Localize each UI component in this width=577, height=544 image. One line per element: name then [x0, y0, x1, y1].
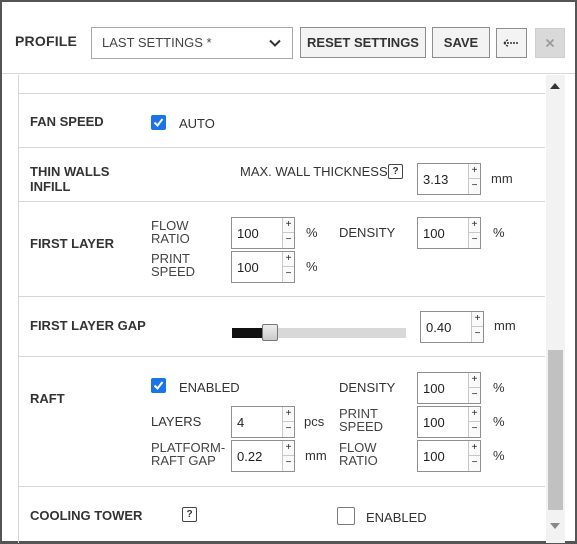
scroll-down-arrow-icon[interactable]: [550, 523, 560, 529]
increment-button[interactable]: +: [282, 441, 294, 456]
increment-button[interactable]: +: [468, 373, 480, 388]
first-layer-print-speed-input[interactable]: 100 + −: [231, 251, 295, 283]
increment-button[interactable]: +: [282, 252, 294, 267]
decrement-button[interactable]: −: [468, 179, 480, 194]
first-layer-gap-unit: mm: [494, 318, 516, 333]
raft-density-unit: %: [493, 380, 505, 395]
fan-speed-auto-checkbox[interactable]: [151, 115, 166, 130]
fan-speed-title: FAN SPEED: [30, 114, 104, 129]
chevron-down-icon: [269, 39, 281, 47]
first-layer-print-speed-label: PRINT SPEED: [151, 251, 196, 279]
max-wall-thickness-label: MAX. WALL THICKNESS: [240, 164, 388, 179]
row-first-layer: FIRST LAYER FLOW RATIO 100 + − % PRINT SPE…: [19, 202, 545, 297]
slider-thumb[interactable]: [262, 324, 279, 341]
raft-flow-unit: %: [493, 448, 505, 463]
first-layer-gap-title: FIRST LAYER GAP: [30, 318, 146, 333]
max-wall-thickness-unit: mm: [491, 171, 513, 186]
cooling-tower-enabled-checkbox[interactable]: [337, 507, 355, 525]
raft-enabled-label: ENABLED: [179, 380, 240, 395]
first-layer-flow-input[interactable]: 100 + −: [231, 217, 295, 249]
raft-print-speed-input[interactable]: 100 + −: [417, 406, 481, 438]
raft-gap-input[interactable]: 0.22 + −: [231, 440, 295, 472]
decrement-button[interactable]: −: [468, 422, 480, 437]
decrement-button[interactable]: −: [468, 388, 480, 403]
raft-layers-input[interactable]: 4 + −: [231, 406, 295, 438]
increment-button[interactable]: +: [468, 164, 480, 179]
increment-button[interactable]: +: [468, 218, 480, 233]
row-previous: [19, 75, 545, 94]
first-layer-density-label: DENSITY: [339, 225, 396, 240]
row-first-layer-gap: FIRST LAYER GAP 0.40 + − mm: [19, 297, 545, 357]
cooling-tower-enabled-label: ENABLED: [366, 510, 427, 525]
raft-gap-label: PLATFORM- RAFT GAP: [151, 440, 226, 468]
max-wall-thickness-input[interactable]: 3.13 + −: [417, 163, 481, 195]
thin-walls-title: THIN WALLS INFILL: [30, 164, 110, 194]
raft-gap-unit: mm: [305, 448, 327, 463]
raft-flow-input[interactable]: 100 + −: [417, 440, 481, 472]
first-layer-gap-slider[interactable]: [232, 324, 406, 341]
profile-header: PROFILE LAST SETTINGS * RESET SETTINGS S…: [2, 2, 575, 74]
checkmark-icon: [153, 381, 164, 391]
first-layer-title: FIRST LAYER: [30, 236, 115, 251]
cooling-tower-title: COOLING TOWER: [30, 508, 143, 523]
settings-scroll-area[interactable]: FAN SPEED AUTO THIN WALLS INFILL MAX. WAL…: [18, 75, 545, 543]
raft-print-speed-label: PRINT SPEED: [339, 406, 384, 434]
checkmark-icon: [153, 118, 164, 128]
profile-select[interactable]: LAST SETTINGS *: [91, 27, 293, 59]
settings-panel: PROFILE LAST SETTINGS * RESET SETTINGS S…: [0, 0, 577, 544]
first-layer-flow-unit: %: [306, 225, 318, 240]
raft-density-label: DENSITY: [339, 380, 396, 395]
fan-speed-auto-label: AUTO: [179, 116, 215, 131]
first-layer-flow-label: FLOW RATIO: [151, 218, 190, 246]
raft-print-speed-unit: %: [493, 414, 505, 429]
help-icon[interactable]: ?: [182, 507, 197, 522]
decrement-button[interactable]: −: [282, 456, 294, 471]
raft-flow-label: FLOW RATIO: [339, 440, 378, 468]
row-fan-speed: FAN SPEED AUTO: [19, 94, 545, 148]
raft-title: RAFT: [30, 391, 65, 406]
back-button[interactable]: [496, 28, 527, 58]
increment-button[interactable]: +: [282, 407, 294, 422]
scrollbar-thumb[interactable]: [548, 350, 563, 510]
raft-enabled-checkbox[interactable]: [151, 378, 166, 393]
first-layer-density-unit: %: [493, 225, 505, 240]
increment-button[interactable]: +: [468, 407, 480, 422]
save-button[interactable]: SAVE: [432, 27, 490, 58]
decrement-button[interactable]: −: [282, 233, 294, 248]
row-thin-walls: THIN WALLS INFILL MAX. WALL THICKNESS ? 3…: [19, 148, 545, 202]
help-icon[interactable]: ?: [388, 164, 403, 179]
scroll-up-arrow-icon[interactable]: [550, 83, 560, 89]
raft-layers-label: LAYERS: [151, 414, 202, 429]
decrement-button[interactable]: −: [468, 233, 480, 248]
vertical-scrollbar[interactable]: [546, 75, 565, 543]
reset-settings-button[interactable]: RESET SETTINGS: [300, 27, 426, 58]
raft-density-input[interactable]: 100 + −: [417, 372, 481, 404]
row-raft: RAFT ENABLED LAYERS 4 + − pcs PLATFORM- R…: [19, 357, 545, 487]
first-layer-gap-input[interactable]: 0.40 + −: [420, 311, 484, 343]
raft-layers-unit: pcs: [304, 414, 325, 429]
close-button[interactable]: [535, 28, 565, 58]
increment-button[interactable]: +: [471, 312, 483, 327]
decrement-button[interactable]: −: [468, 456, 480, 471]
decrement-button[interactable]: −: [282, 422, 294, 437]
first-layer-density-input[interactable]: 100 + −: [417, 217, 481, 249]
increment-button[interactable]: +: [468, 441, 480, 456]
increment-button[interactable]: +: [282, 218, 294, 233]
row-cooling-tower: COOLING TOWER ? ENABLED: [19, 487, 545, 543]
decrement-button[interactable]: −: [282, 267, 294, 282]
profile-select-value: LAST SETTINGS *: [102, 35, 212, 50]
first-layer-print-speed-unit: %: [306, 259, 318, 274]
back-arrow-icon: [503, 38, 519, 48]
profile-label: PROFILE: [15, 33, 78, 49]
close-icon: [545, 38, 555, 48]
decrement-button[interactable]: −: [471, 327, 483, 342]
